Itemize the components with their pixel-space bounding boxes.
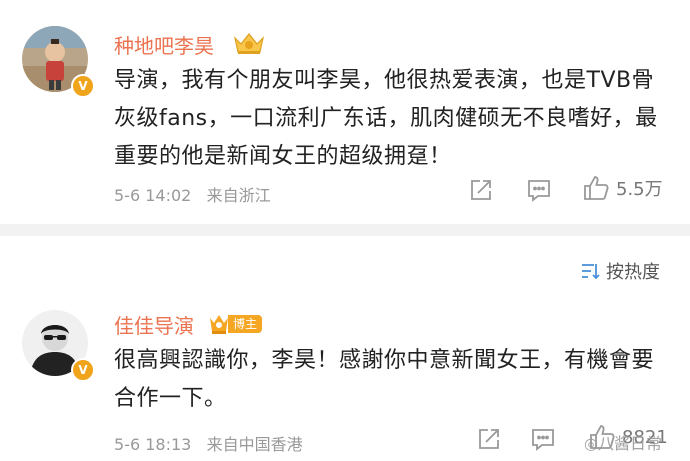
fan-crown-badge-icon [232,30,266,56]
like-button[interactable]: 5.5万 [582,174,663,202]
sort-by-hotness-button[interactable]: 按热度 [580,258,660,284]
comment-username[interactable]: 种地吧李昊 [114,30,214,59]
weibo-logo-icon: ◎ [584,434,598,453]
comment-item: V 种地吧李昊 导演，我有个朋友叫李昊，他很热爱表演，也是TVB骨灰级fans，… [0,0,690,224]
comment-icon [532,429,554,451]
comment-timestamp: 5-6 18:13 [114,435,192,454]
comment-timestamp: 5-6 14:02 [114,186,192,205]
reply-button[interactable] [526,176,552,204]
comment-meta: 5-6 14:02 来自浙江 [114,182,271,206]
blogger-badge-label: 博主 [228,315,263,333]
share-button[interactable] [468,176,494,204]
comment-text: 很高興認識你，李昊！感謝你中意新聞女王，有機會要合作一下。 [114,348,655,411]
comment-text: 导演，我有个朋友叫李昊，他很热爱表演，也是TVB骨灰级fans，一口流利广东话，… [114,68,658,169]
verified-badge-icon: V [71,358,95,382]
comment-username[interactable]: 佳佳导演 [114,310,194,339]
comment-meta: 5-6 18:13 来自中国香港 [114,431,303,455]
section-divider [0,224,690,236]
crown-icon [210,315,228,334]
blogger-badge: 博主 [208,312,263,336]
sort-label: 按热度 [606,262,660,283]
share-button[interactable] [476,425,502,453]
watermark-text: 八酱日常 [597,434,662,453]
like-count: 5.5万 [616,179,663,200]
weibo-comments-page: V 种地吧李昊 导演，我有个朋友叫李昊，他很热爱表演，也是TVB骨灰级fans，… [0,0,690,461]
watermark: ◎八酱日常 [584,430,662,454]
comment-location: 来自浙江 [206,186,271,205]
verified-badge-icon: V [71,74,95,98]
thumbs-up-icon [584,176,609,200]
comment-location: 来自中国香港 [206,435,303,454]
share-icon [471,180,491,200]
share-icon [479,429,499,449]
sort-list-icon [582,264,600,280]
reply-button[interactable] [530,425,556,453]
comment-icon [528,180,550,202]
